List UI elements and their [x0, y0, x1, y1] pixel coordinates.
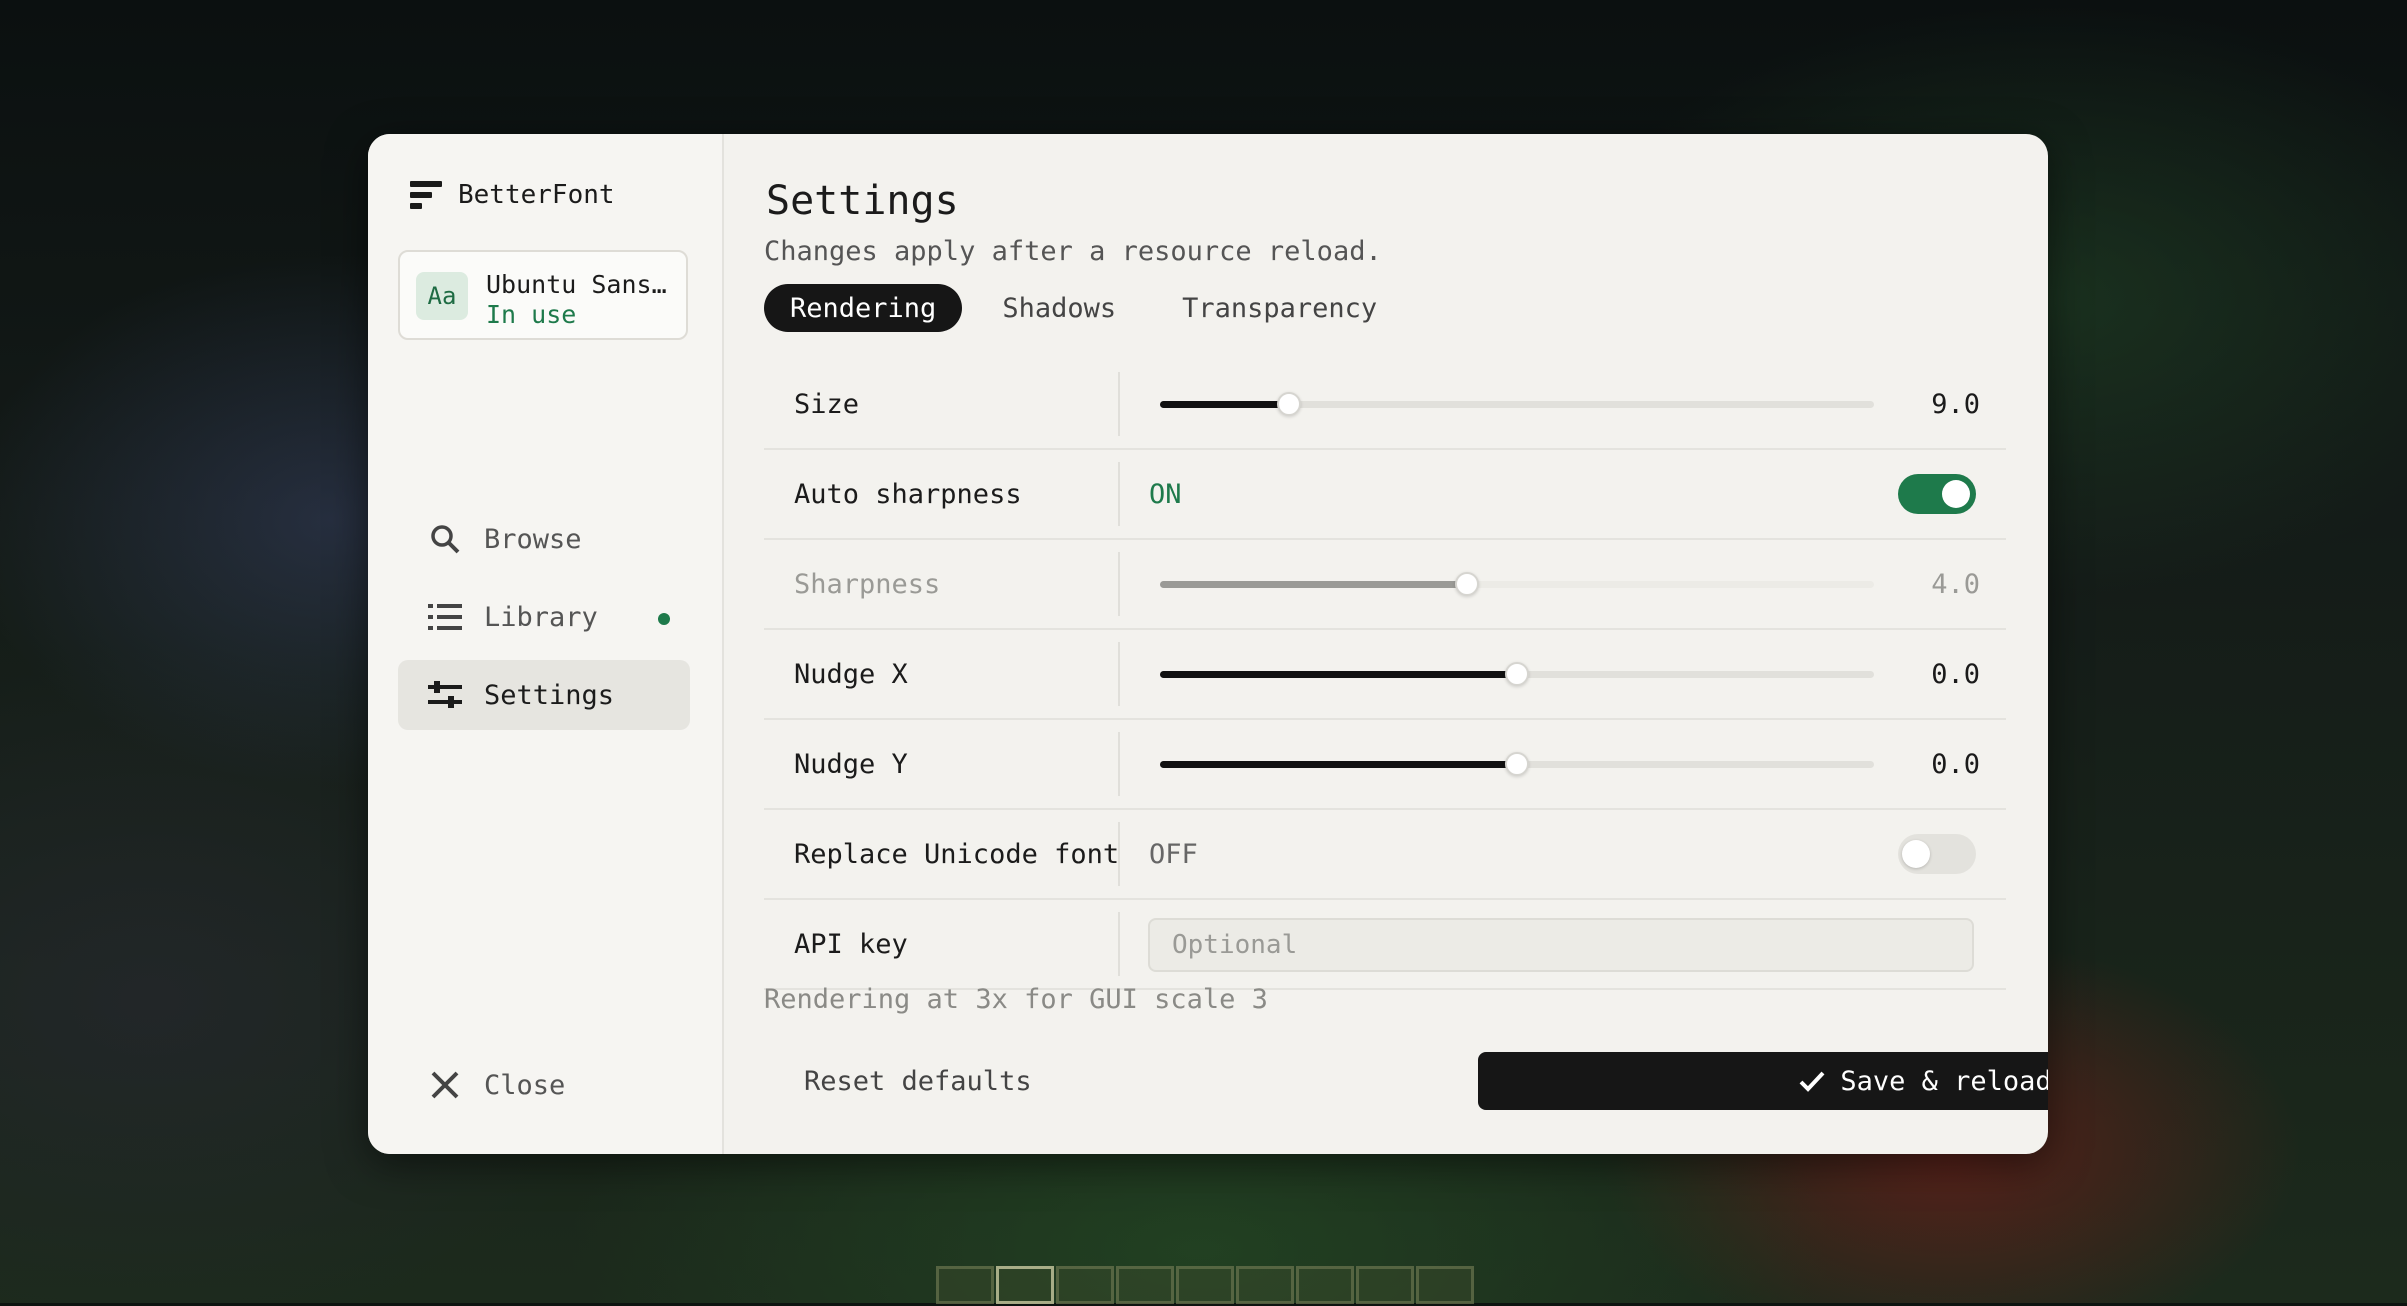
nudge-x-slider[interactable]	[1160, 662, 1874, 686]
save-reload-button[interactable]: Save & reload	[1478, 1052, 2048, 1110]
size-slider[interactable]	[1160, 392, 1874, 416]
nudge-x-value: 0.0	[1931, 658, 1980, 690]
library-indicator-dot	[658, 613, 670, 625]
setting-row-auto-sharpness: Auto sharpness ON	[764, 450, 2006, 540]
row-divider	[1118, 372, 1120, 436]
row-divider	[1118, 462, 1120, 526]
auto-sharpness-toggle[interactable]	[1898, 474, 1976, 514]
settings-tabs: Rendering Shadows Transparency	[764, 284, 1403, 332]
nudge-y-value: 0.0	[1931, 748, 1980, 780]
tab-rendering[interactable]: Rendering	[764, 284, 963, 332]
setting-label: API key	[794, 928, 908, 960]
page-subtitle: Changes apply after a resource reload.	[764, 236, 1382, 267]
toggle-knob	[1902, 840, 1930, 868]
sidebar-item-label: Library	[484, 601, 598, 633]
game-hotbar	[936, 1266, 1476, 1306]
sidebar-item-browse[interactable]: Browse	[398, 504, 690, 574]
setting-label: Replace Unicode font	[794, 838, 1120, 870]
slider-fill	[1160, 581, 1468, 588]
slider-thumb[interactable]	[1276, 392, 1301, 416]
row-divider	[1118, 912, 1120, 976]
sidebar: BetterFont Aa Ubuntu Sans… In use Browse…	[368, 134, 724, 1154]
nudge-y-slider[interactable]	[1160, 752, 1874, 776]
settings-dialog: BetterFont Aa Ubuntu Sans… In use Browse…	[368, 134, 2048, 1154]
slider-thumb[interactable]	[1505, 752, 1529, 776]
font-name: Ubuntu Sans…	[486, 270, 667, 299]
search-icon	[428, 522, 462, 556]
logo-icon	[410, 181, 442, 209]
hotbar-slot	[1116, 1266, 1174, 1304]
slider-fill	[1160, 401, 1289, 408]
hotbar-slot	[1236, 1266, 1294, 1304]
list-icon	[428, 600, 462, 634]
sidebar-item-label: Settings	[484, 679, 615, 711]
sidebar-item-settings[interactable]: Settings	[398, 660, 690, 730]
render-scale-note: Rendering at 3x for GUI scale 3	[764, 984, 1268, 1015]
check-icon	[1799, 1071, 1825, 1092]
close-label: Close	[484, 1069, 566, 1101]
font-status: In use	[486, 300, 577, 329]
setting-label: Auto sharpness	[794, 478, 1022, 510]
hotbar-slot	[1296, 1266, 1354, 1304]
slider-fill	[1160, 761, 1517, 768]
replace-unicode-state: OFF	[1149, 838, 1198, 870]
page-title: Settings	[766, 178, 959, 224]
row-divider	[1118, 822, 1120, 886]
toggle-knob	[1942, 480, 1970, 508]
setting-row-sharpness: Sharpness 4.0	[764, 540, 2006, 630]
save-reload-label: Save & reload	[1840, 1065, 2048, 1097]
setting-label: Nudge Y	[794, 748, 908, 780]
hotbar-slot	[936, 1266, 994, 1304]
row-divider	[1118, 642, 1120, 706]
slider-thumb[interactable]	[1505, 662, 1529, 686]
setting-label: Nudge X	[794, 658, 908, 690]
row-divider	[1118, 552, 1120, 616]
settings-rows: Size 9.0 Auto sharpness ON Sharpness 4.0…	[764, 360, 2006, 990]
setting-row-replace-unicode: Replace Unicode font OFF	[764, 810, 2006, 900]
brand: BetterFont	[410, 180, 615, 210]
size-value: 9.0	[1931, 388, 1980, 420]
sidebar-item-library[interactable]: Library	[398, 582, 690, 652]
sidebar-item-label: Browse	[484, 523, 582, 555]
close-icon	[428, 1068, 462, 1102]
hotbar-slot	[1416, 1266, 1474, 1304]
replace-unicode-toggle[interactable]	[1898, 834, 1976, 874]
reset-defaults-button[interactable]: Reset defaults	[786, 1052, 1050, 1110]
hotbar-slot	[1356, 1266, 1414, 1304]
current-font-card[interactable]: Aa Ubuntu Sans… In use	[398, 250, 688, 340]
setting-row-size: Size 9.0	[764, 360, 2006, 450]
tab-transparency[interactable]: Transparency	[1156, 284, 1403, 332]
auto-sharpness-state: ON	[1149, 478, 1182, 510]
hotbar-slot-selected	[996, 1266, 1054, 1304]
slider-fill	[1160, 671, 1517, 678]
close-button[interactable]: Close	[428, 1068, 565, 1102]
hotbar-slot	[1056, 1266, 1114, 1304]
sharpness-value: 4.0	[1931, 568, 1980, 600]
app-title: BetterFont	[458, 180, 615, 210]
font-badge: Aa	[416, 272, 468, 320]
slider-thumb	[1455, 572, 1480, 596]
sharpness-slider	[1160, 572, 1874, 596]
sliders-icon	[428, 678, 462, 712]
api-key-input[interactable]	[1148, 918, 1974, 972]
setting-label: Sharpness	[794, 568, 941, 600]
row-divider	[1118, 732, 1120, 796]
settings-main: Settings Changes apply after a resource …	[722, 134, 2048, 1154]
setting-row-nudge-y: Nudge Y 0.0	[764, 720, 2006, 810]
setting-row-api-key: API key	[764, 900, 2006, 990]
tab-shadows[interactable]: Shadows	[976, 284, 1142, 332]
hotbar-slot	[1176, 1266, 1234, 1304]
setting-row-nudge-x: Nudge X 0.0	[764, 630, 2006, 720]
setting-label: Size	[794, 388, 860, 420]
